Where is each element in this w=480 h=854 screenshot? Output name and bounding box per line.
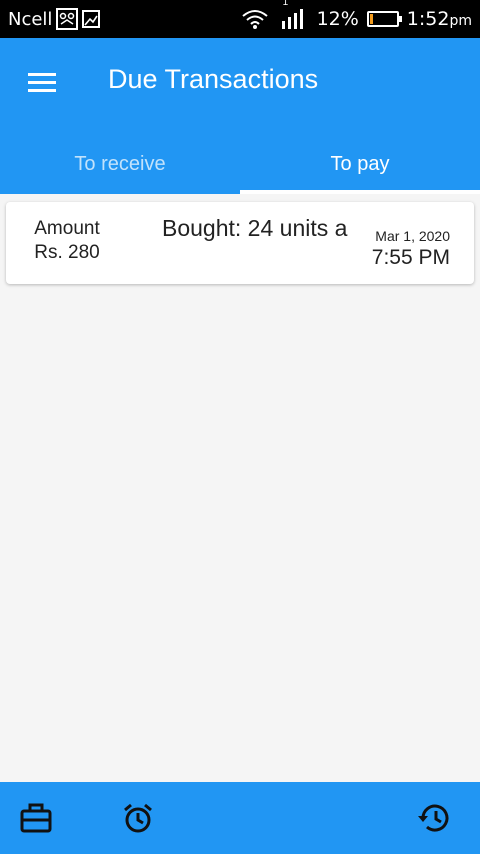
transaction-date: Mar 1, 2020 — [375, 228, 450, 244]
amount-label: Amount — [34, 218, 100, 239]
menu-button[interactable] — [20, 60, 64, 104]
tab-to-receive[interactable]: To receive — [0, 134, 240, 194]
battery-icon — [366, 11, 402, 27]
amount-block: Amount Rs. 280 — [6, 217, 128, 265]
briefcase-button[interactable] — [14, 796, 58, 840]
transaction-description: Bought: 24 units a — [162, 215, 348, 241]
wifi-icon — [241, 9, 269, 29]
status-bar: Ncell 1 12% 1:52pm — [0, 0, 480, 38]
menu-icon — [28, 73, 56, 92]
bottom-nav — [0, 782, 480, 854]
amount-value: Rs. 280 — [34, 242, 100, 263]
transaction-card[interactable]: Amount Rs. 280 Bought: 24 units a Mar 1,… — [6, 202, 474, 284]
app-bar: Due Transactions To receive To pay — [0, 38, 480, 194]
signal-icon: 1 — [281, 0, 305, 29]
signal-label: 1 — [282, 0, 289, 8]
tab-to-pay[interactable]: To pay — [240, 134, 480, 194]
page-title: Due Transactions — [108, 64, 319, 94]
tab-bar: To receive To pay — [0, 134, 480, 194]
battery-percent: 12% — [316, 8, 359, 30]
history-icon — [418, 804, 449, 832]
carrier-name: Ncell — [8, 8, 53, 30]
image-notification-icon — [82, 10, 101, 28]
status-time: 1:52pm — [406, 8, 472, 30]
alarm-icon — [124, 803, 152, 833]
history-button[interactable] — [412, 796, 456, 840]
briefcase-icon — [20, 803, 52, 833]
alarm-button[interactable] — [116, 796, 160, 840]
sim-icon — [56, 8, 79, 30]
transaction-time: 7:55 PM — [371, 246, 450, 269]
